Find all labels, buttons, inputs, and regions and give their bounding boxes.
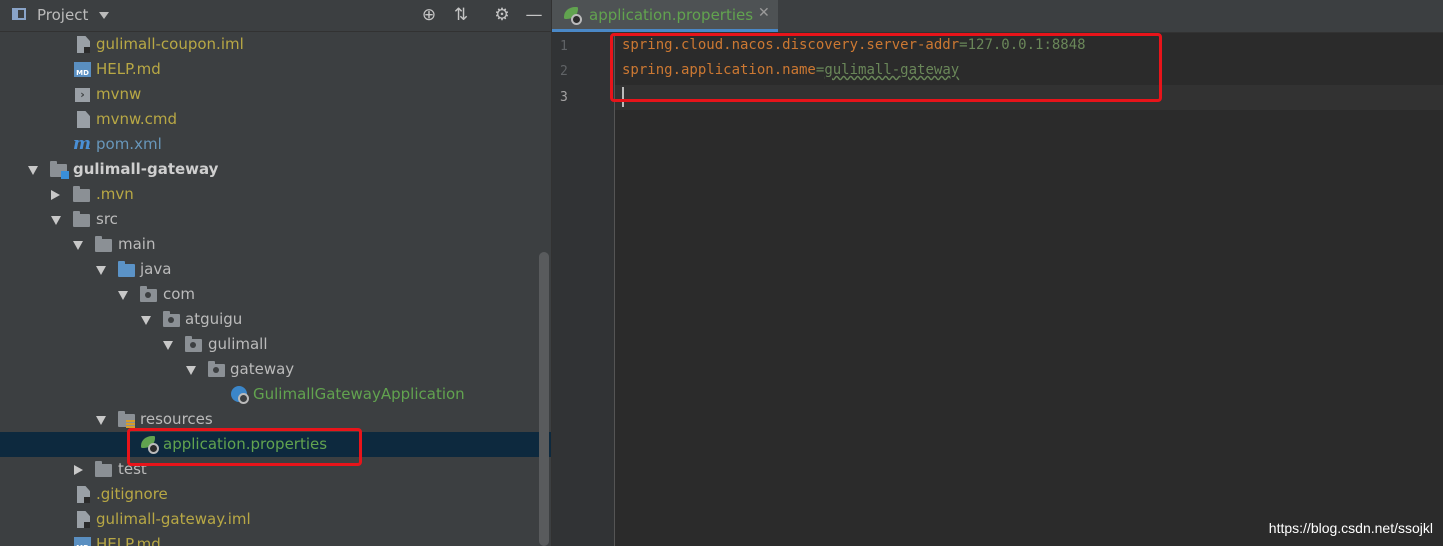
package-icon [140, 286, 157, 302]
gitignore-file-icon [77, 486, 90, 503]
editor-area: application.properties ✕ 1 2 3 spring.cl… [552, 0, 1443, 546]
tree-item-label: GulimallGatewayApplication [253, 385, 465, 403]
line-number: 2 [560, 64, 568, 79]
maven-icon: m [73, 134, 91, 154]
tree-item-java[interactable]: java [0, 257, 551, 282]
resources-folder-icon [118, 411, 135, 428]
package-icon [208, 361, 225, 377]
folder-icon [73, 186, 90, 202]
folder-icon [73, 211, 90, 227]
line-number-gutter: 1 2 3 [552, 33, 615, 546]
iml-file-icon [77, 511, 90, 528]
tree-item-gulimall-gateway[interactable]: gulimall-gateway [0, 157, 551, 182]
highlight-box-code [610, 33, 1162, 102]
expand-arrow-icon[interactable] [28, 166, 38, 175]
tree-item-label: java [140, 260, 172, 278]
tree-item-label: resources [140, 410, 213, 428]
tree-item-label: HELP.md [96, 60, 161, 78]
tree-item-gulimall-coupon-iml[interactable]: gulimall-coupon.iml [0, 32, 551, 57]
tree-item-main[interactable]: main [0, 232, 551, 257]
locate-file-icon[interactable]: ⊕ [419, 5, 439, 25]
tree-item-gulimall-gateway-iml[interactable]: gulimall-gateway.iml [0, 507, 551, 532]
markdown-file-icon: MD [74, 62, 91, 77]
project-view-icon [12, 8, 26, 20]
line-number: 3 [560, 90, 568, 105]
tree-item-com[interactable]: com [0, 282, 551, 307]
expand-arrow-icon[interactable] [163, 341, 173, 350]
tree-item-mvnw[interactable]: › mvnw [0, 82, 551, 107]
tree-item-label: pom.xml [96, 135, 162, 153]
tree-item-label: HELP.md [96, 535, 161, 546]
view-dropdown-icon[interactable] [99, 12, 109, 19]
tree-item-pom-xml[interactable]: m pom.xml [0, 132, 551, 157]
tree-item-label: gulimall-gateway.iml [96, 510, 251, 528]
line-number: 1 [560, 39, 568, 54]
source-folder-icon [118, 261, 135, 277]
tab-label: application.properties [589, 6, 754, 24]
tree-item-src[interactable]: src [0, 207, 551, 232]
tree-item-label: gulimall [208, 335, 268, 353]
collapse-all-icon[interactable]: ⇅ [451, 5, 471, 25]
iml-file-icon [77, 36, 90, 53]
highlight-box-tree-file [127, 428, 362, 466]
folder-icon [95, 236, 112, 252]
tree-item-help-md[interactable]: MD HELP.md [0, 57, 551, 82]
tree-item-mvn-folder[interactable]: .mvn [0, 182, 551, 207]
spring-properties-icon [564, 7, 582, 25]
expand-arrow-icon[interactable] [118, 291, 128, 300]
expand-arrow-icon[interactable] [96, 266, 106, 275]
package-icon [185, 336, 202, 352]
module-folder-icon [50, 161, 69, 179]
ide-window: Project ⊕ ⇅ ⚙ — gulimall-coupon.iml MD H… [0, 0, 1443, 546]
tree-item-label: gulimall-gateway [73, 160, 219, 178]
tree-item-label: mvnw.cmd [96, 110, 178, 128]
expand-arrow-icon[interactable] [73, 241, 83, 250]
tree-item-gulimall[interactable]: gulimall [0, 332, 551, 357]
tab-application-properties[interactable]: application.properties ✕ [552, 0, 778, 32]
tree-item-gateway[interactable]: gateway [0, 357, 551, 382]
tree-item-label: .mvn [96, 185, 134, 203]
project-view-title[interactable]: Project [37, 6, 88, 24]
expand-arrow-icon[interactable] [51, 216, 61, 225]
hide-panel-icon[interactable]: — [524, 5, 544, 25]
tree-item-gitignore[interactable]: .gitignore [0, 482, 551, 507]
tree-item-label: com [163, 285, 196, 303]
expand-arrow-icon[interactable] [186, 366, 196, 375]
tree-item-atguigu[interactable]: atguigu [0, 307, 551, 332]
watermark-text: https://blog.csdn.net/ssojkl [1268, 520, 1433, 536]
text-file-icon [77, 111, 90, 128]
settings-gear-icon[interactable]: ⚙ [492, 5, 512, 25]
package-icon [163, 311, 180, 327]
project-panel: Project ⊕ ⇅ ⚙ — gulimall-coupon.iml MD H… [0, 0, 552, 546]
tree-item-mvnw-cmd[interactable]: mvnw.cmd [0, 107, 551, 132]
project-toolbar: Project ⊕ ⇅ ⚙ — [0, 0, 551, 32]
shell-script-icon: › [75, 88, 90, 102]
tree-item-label: gateway [230, 360, 295, 378]
spring-boot-app-icon [231, 386, 249, 404]
collapse-arrow-icon[interactable] [51, 190, 60, 200]
folder-icon [95, 461, 112, 477]
project-scrollbar[interactable] [539, 252, 549, 546]
tree-item-label: main [118, 235, 156, 253]
tree-item-label: src [96, 210, 118, 228]
tree-item-gulimall-gateway-application[interactable]: GulimallGatewayApplication [0, 382, 551, 407]
expand-arrow-icon[interactable] [141, 316, 151, 325]
tree-item-help-md-2[interactable]: MD HELP.md [0, 532, 551, 546]
editor-tab-bar: application.properties ✕ [552, 0, 1443, 33]
tree-item-label: .gitignore [96, 485, 168, 503]
tree-item-label: atguigu [185, 310, 243, 328]
tree-item-label: gulimall-coupon.iml [96, 35, 244, 53]
markdown-file-icon: MD [74, 537, 91, 546]
tree-item-label: mvnw [96, 85, 142, 103]
collapse-arrow-icon[interactable] [74, 465, 83, 475]
close-tab-icon[interactable]: ✕ [758, 5, 770, 21]
expand-arrow-icon[interactable] [96, 416, 106, 425]
